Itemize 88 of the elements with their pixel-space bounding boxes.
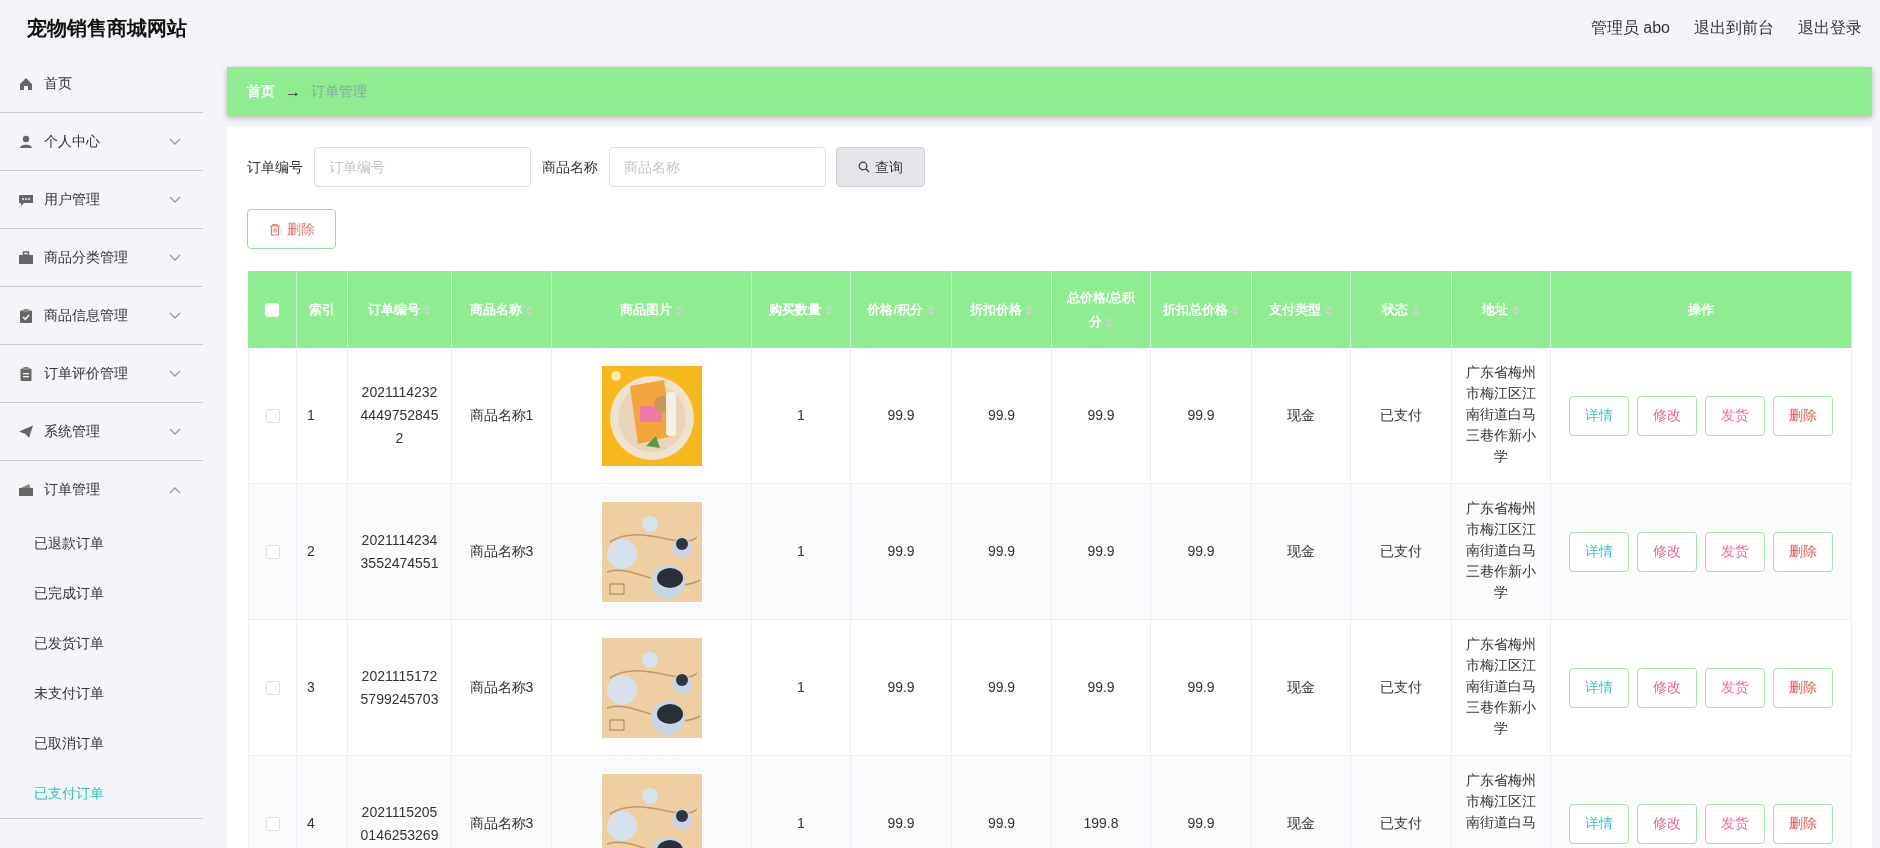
delete-button[interactable]: 删除 [247, 209, 336, 249]
table-cell-text: 99.9 [1087, 678, 1115, 697]
table-cell-text: 4 [307, 814, 315, 833]
table-cell-text: 广东省梅州市梅江区江南街道白马三巷作新小学 [1465, 363, 1537, 466]
table-cell-text: 已支付 [1380, 406, 1422, 425]
column-header: 操作 [1688, 300, 1714, 319]
table-cell-text: 99.9 [987, 406, 1016, 425]
table-cell-text: 99.9 [987, 542, 1016, 561]
table-cell-text: 现金 [1287, 542, 1315, 561]
table-cell-text: 99.9 [987, 678, 1016, 697]
action-button[interactable]: 发货 [1705, 803, 1765, 844]
table-cell-text: 20211142324449752845 2 [359, 383, 440, 448]
table-cell-text: 商品名称3 [469, 678, 534, 697]
sidebar-item[interactable]: 订单评价管理 [0, 345, 203, 402]
action-button[interactable]: 发货 [1705, 667, 1765, 708]
table-cell-text: 20211152050146253269 [359, 802, 440, 845]
table-cell-text: 商品名称3 [469, 542, 534, 561]
sidebar-item[interactable]: 首页 [0, 55, 203, 112]
submenu-item[interactable]: 已取消订单 [34, 732, 104, 754]
action-button[interactable]: 详情 [1569, 395, 1629, 436]
table-cell-text: 99.9 [1187, 406, 1215, 425]
table-cell-text: 3 [307, 678, 315, 697]
action-button[interactable]: 发货 [1705, 395, 1765, 436]
table-cell-text: 99.9 [887, 406, 915, 425]
sidebar-item[interactable]: 系统管理 [0, 403, 203, 460]
action-button[interactable]: 修改 [1637, 803, 1697, 844]
table-cell-text: 商品名称1 [469, 406, 534, 425]
action-button[interactable]: 详情 [1569, 803, 1629, 844]
table-cell-text: 99.9 [1187, 542, 1215, 561]
site-title: 宠物销售商城网站 [27, 15, 187, 41]
table-cell-text: 99.9 [887, 542, 915, 561]
table-cell-text: 1 [307, 406, 315, 425]
field-label: 商品名称 [542, 157, 598, 177]
table-cell-text: 99.9 [1187, 814, 1215, 833]
action-button[interactable]: 修改 [1637, 531, 1697, 572]
search-button[interactable]: 查询 [836, 147, 925, 187]
search-field[interactable]: 商品名称 [609, 147, 826, 187]
table-cell-text: 20211151725799245703 [359, 666, 440, 709]
action-button[interactable]: 详情 [1569, 667, 1629, 708]
submenu-item[interactable]: 已完成订单 [34, 582, 104, 604]
sidebar-item[interactable]: 订单管理 [0, 461, 203, 518]
action-button[interactable]: 删除 [1773, 803, 1833, 844]
table-cell-text: 现金 [1287, 406, 1315, 425]
action-button[interactable]: 发货 [1705, 531, 1765, 572]
search-field[interactable]: 订单编号 [314, 147, 531, 187]
table-cell-text: 99.9 [887, 678, 915, 697]
field-label: 订单编号 [247, 157, 303, 177]
breadcrumb-current: 订单管理 [311, 82, 367, 101]
column-header: 索引 [309, 300, 335, 319]
table-cell-text: 商品名称3 [469, 814, 534, 833]
table-cell-text: 20211142343552474551 [359, 530, 440, 573]
action-button[interactable]: 详情 [1569, 531, 1629, 572]
table-cell-text: 现金 [1287, 678, 1315, 697]
breadcrumb-separator: → [285, 81, 301, 102]
table-cell-text: 199.8 [1083, 814, 1119, 833]
table-cell-text: 1 [797, 678, 805, 697]
table-cell-text: 广东省梅州市梅江区江南街道白马 [1465, 771, 1537, 832]
table-cell-text: 广东省梅州市梅江区江南街道白马三巷作新小学 [1465, 635, 1537, 738]
submenu-item[interactable]: 已支付订单 [34, 782, 104, 804]
table-cell-text: 2 [307, 542, 315, 561]
table-cell-text: 1 [797, 406, 805, 425]
table-cell-text: 99.9 [987, 814, 1016, 833]
table-cell-text: 99.9 [1087, 406, 1115, 425]
action-button[interactable]: 删除 [1773, 667, 1833, 708]
action-button[interactable]: 删除 [1773, 395, 1833, 436]
submenu-item[interactable]: 已退款订单 [34, 532, 104, 554]
table-cell-text: 1 [797, 814, 805, 833]
sidebar-item[interactable]: 商品信息管理 [0, 287, 203, 344]
action-button[interactable]: 修改 [1637, 667, 1697, 708]
table-cell-text: 99.9 [1087, 542, 1115, 561]
table-cell-text: 1 [797, 542, 805, 561]
table-cell-text: 已支付 [1380, 814, 1422, 833]
table-cell-text: 广东省梅州市梅江区江南街道白马三巷作新小学 [1465, 499, 1537, 602]
header-link[interactable]: 退出登录 [1798, 15, 1862, 40]
table-cell-text: 已支付 [1380, 542, 1422, 561]
sidebar-item[interactable]: 商品分类管理 [0, 229, 203, 286]
action-button[interactable]: 删除 [1773, 531, 1833, 572]
table-cell-text: 99.9 [1187, 678, 1215, 697]
table-cell-text: 已支付 [1380, 678, 1422, 697]
sidebar-item[interactable]: 用户管理 [0, 171, 203, 228]
action-button[interactable]: 修改 [1637, 395, 1697, 436]
header-link[interactable]: 退出到前台 [1694, 15, 1774, 40]
table-cell-text: 99.9 [887, 814, 915, 833]
table-cell-text: 现金 [1287, 814, 1315, 833]
header-link[interactable]: 管理员 abo [1590, 15, 1670, 40]
submenu-item[interactable]: 未支付订单 [34, 682, 104, 704]
sidebar-item[interactable]: 个人中心 [0, 113, 203, 170]
submenu-item[interactable]: 已发货订单 [34, 632, 104, 654]
